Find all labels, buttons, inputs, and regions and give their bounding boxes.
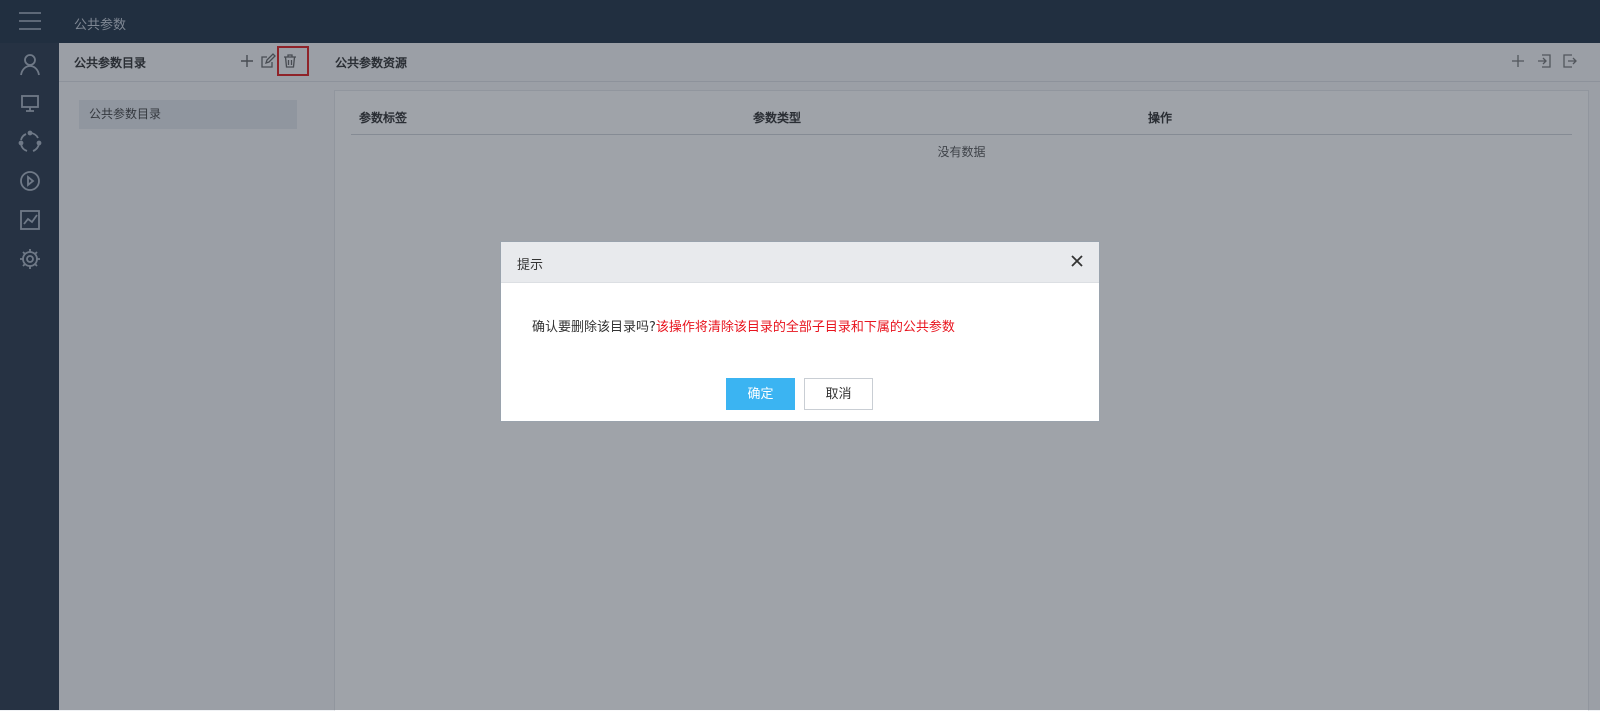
dialog-message: 确认要删除该目录吗?该操作将清除该目录的全部子目录和下属的公共参数 [532, 316, 955, 335]
dialog-warning: 该操作将清除该目录的全部子目录和下属的公共参数 [655, 320, 955, 335]
dialog-header: 提示 [501, 242, 1099, 283]
confirm-dialog: 提示 确认要删除该目录吗?该操作将清除该目录的全部子目录和下属的公共参数 确定 … [500, 241, 1100, 422]
dialog-question: 确认要删除该目录吗? [532, 320, 656, 335]
dialog-title: 提示 [517, 258, 544, 273]
confirm-button[interactable]: 确定 [726, 378, 795, 410]
cancel-button[interactable]: 取消 [804, 378, 873, 410]
close-icon[interactable] [1069, 253, 1085, 269]
